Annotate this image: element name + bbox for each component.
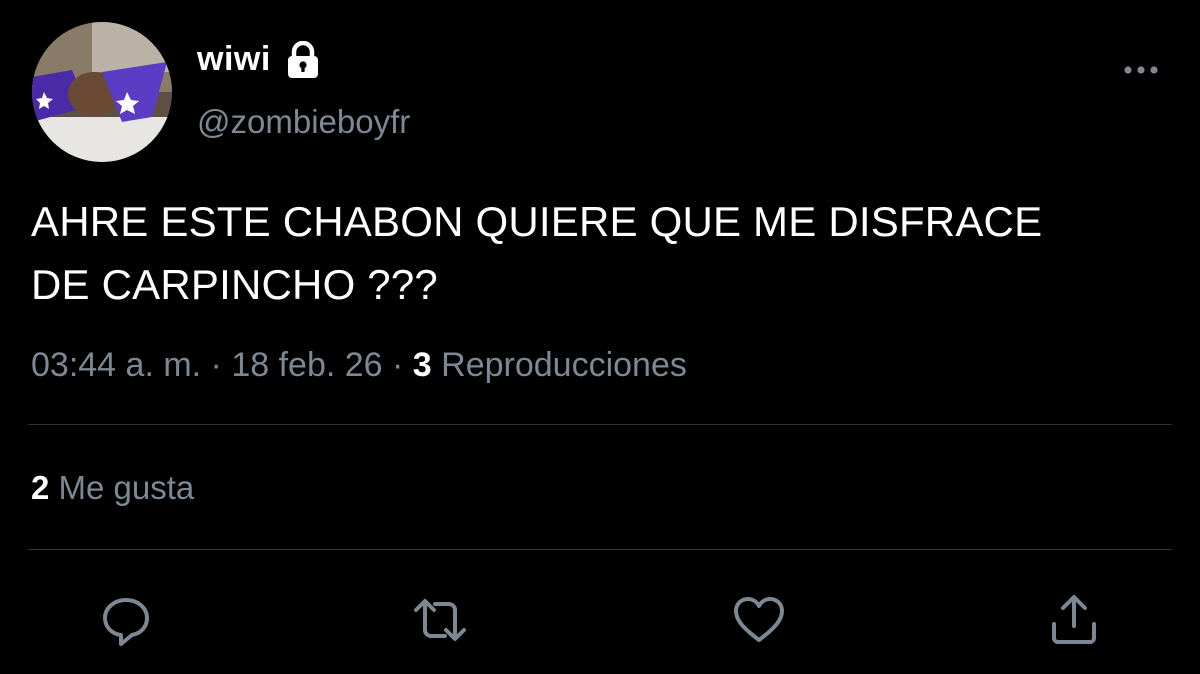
divider bbox=[28, 424, 1172, 425]
likes-label: Me gusta bbox=[58, 469, 195, 506]
divider bbox=[28, 549, 1172, 550]
views-label: Reproducciones bbox=[441, 346, 687, 384]
like-button[interactable] bbox=[731, 592, 787, 648]
reply-button[interactable] bbox=[98, 592, 154, 648]
share-button[interactable] bbox=[1046, 592, 1102, 648]
avatar[interactable] bbox=[32, 22, 172, 162]
reply-icon bbox=[103, 598, 149, 646]
likes-stat[interactable]: 2 Me gusta bbox=[31, 469, 194, 507]
tweet-date[interactable]: 18 feb. 26 bbox=[231, 346, 382, 384]
tweet-time[interactable]: 03:44 a. m. bbox=[31, 346, 201, 384]
tweet-meta: 03:44 a. m. · 18 feb. 26 · 3 Reproduccio… bbox=[31, 346, 687, 385]
share-icon bbox=[1052, 595, 1096, 644]
avatar-photo bbox=[32, 22, 172, 162]
lock-icon bbox=[287, 40, 318, 78]
user-handle[interactable]: @zombieboyfr bbox=[197, 103, 410, 141]
meta-separator: · bbox=[382, 346, 413, 384]
tweet-text-line: AHRE ESTE CHABON QUIERE QUE ME DISFRACE bbox=[31, 198, 1043, 245]
retweet-icon bbox=[414, 599, 466, 641]
more-horizontal-icon[interactable] bbox=[1122, 58, 1160, 82]
retweet-button[interactable] bbox=[412, 592, 468, 648]
tweet-text: AHRE ESTE CHABON QUIERE QUE ME DISFRACE … bbox=[31, 190, 1191, 316]
heart-icon bbox=[734, 597, 784, 642]
views-count: 3 bbox=[412, 346, 432, 384]
meta-separator: · bbox=[201, 346, 232, 384]
user-name-row: wiwi bbox=[197, 40, 321, 79]
likes-count: 2 bbox=[31, 469, 50, 506]
display-name[interactable]: wiwi bbox=[197, 40, 271, 79]
tweet-text-line: DE CARPINCHO ??? bbox=[31, 261, 438, 308]
